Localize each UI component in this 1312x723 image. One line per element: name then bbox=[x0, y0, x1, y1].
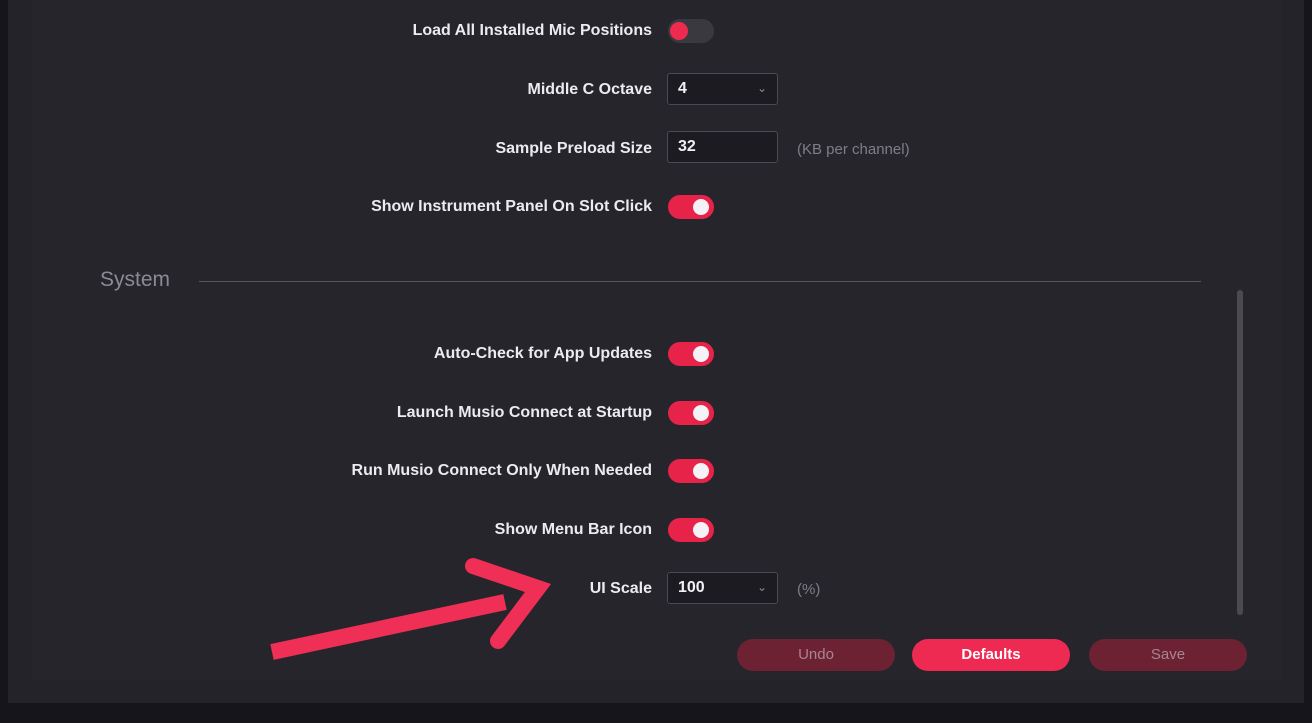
launch-connect-toggle[interactable] bbox=[668, 401, 714, 425]
toggle-knob bbox=[693, 522, 709, 538]
auto-check-label: Auto-Check for App Updates bbox=[433, 345, 652, 362]
scrollbar[interactable] bbox=[1237, 290, 1243, 615]
sample-preload-unit: (KB per channel) bbox=[797, 141, 910, 158]
menu-bar-icon-label: Show Menu Bar Icon bbox=[494, 521, 652, 538]
launch-connect-label: Launch Musio Connect at Startup bbox=[396, 404, 652, 421]
show-instrument-panel-label: Show Instrument Panel On Slot Click bbox=[371, 198, 652, 215]
ui-scale-value: 100 bbox=[678, 579, 705, 596]
menu-bar-icon-toggle[interactable] bbox=[668, 518, 714, 542]
toggle-knob bbox=[670, 22, 688, 40]
sample-preload-input[interactable]: 32 bbox=[667, 131, 778, 163]
window-frame: Load All Installed Mic Positions Middle … bbox=[0, 0, 1312, 723]
sample-preload-value: 32 bbox=[678, 138, 696, 155]
save-button[interactable]: Save bbox=[1089, 639, 1247, 671]
system-section-title: System bbox=[100, 268, 171, 291]
load-mic-positions-toggle[interactable] bbox=[668, 19, 714, 43]
middle-c-octave-dropdown[interactable]: 4 ⌄ bbox=[667, 73, 778, 105]
undo-button[interactable]: Undo bbox=[737, 639, 895, 671]
section-divider bbox=[199, 281, 1201, 282]
chevron-down-icon: ⌄ bbox=[756, 81, 767, 95]
toggle-knob bbox=[693, 463, 709, 479]
ui-scale-dropdown[interactable]: 100 ⌄ bbox=[667, 572, 778, 604]
ui-scale-label: UI Scale bbox=[589, 580, 652, 597]
preferences-panel bbox=[8, 0, 1304, 703]
ui-scale-unit: (%) bbox=[797, 581, 821, 598]
arrow-shaft bbox=[270, 594, 507, 660]
run-connect-label: Run Musio Connect Only When Needed bbox=[351, 462, 652, 479]
show-instrument-panel-toggle[interactable] bbox=[668, 195, 714, 219]
defaults-button[interactable]: Defaults bbox=[912, 639, 1070, 671]
preferences-content bbox=[32, 0, 1282, 680]
run-connect-toggle[interactable] bbox=[668, 459, 714, 483]
arrow-icon bbox=[270, 558, 552, 660]
sample-preload-label: Sample Preload Size bbox=[495, 140, 652, 157]
toggle-knob bbox=[693, 346, 709, 362]
chevron-down-icon: ⌄ bbox=[756, 580, 767, 594]
load-mic-positions-label: Load All Installed Mic Positions bbox=[412, 22, 652, 39]
middle-c-octave-label: Middle C Octave bbox=[527, 81, 652, 98]
toggle-knob bbox=[693, 405, 709, 421]
auto-check-toggle[interactable] bbox=[668, 342, 714, 366]
middle-c-octave-value: 4 bbox=[678, 80, 687, 97]
toggle-knob bbox=[693, 199, 709, 215]
